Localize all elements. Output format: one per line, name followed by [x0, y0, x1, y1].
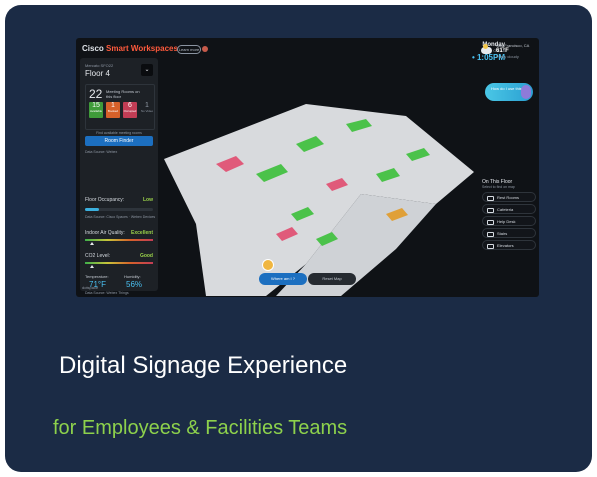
cafeteria-button[interactable]: Cafeteria — [482, 204, 536, 214]
air-quality-value: Excellent — [131, 230, 153, 236]
learn-more-button[interactable]: Learn more — [177, 45, 201, 54]
tile-value: 15 — [92, 102, 100, 109]
help-assistant-label: How do I use this? — [491, 86, 524, 91]
tile-label: No Video — [140, 109, 154, 113]
location-label: Mercato SFO22 — [85, 63, 114, 68]
weather-condition: Partly cloudy — [496, 54, 519, 59]
available-rooms-tile[interactable]: 15 Available — [89, 102, 103, 118]
room-finder-button[interactable]: Room Finder — [85, 136, 153, 146]
temperature-label: Temperature: — [85, 274, 109, 279]
vendor-logo: dotspace — [82, 285, 99, 290]
room-data-source: Data Source: Webex — [85, 150, 118, 154]
environment-data-source: Data Source: Webex Things — [85, 291, 129, 295]
rest-rooms-button[interactable]: Rest Rooms — [482, 192, 536, 202]
top-bar: Cisco Smart Workspaces Learn more Monday… — [76, 38, 539, 62]
co2-label: CO2 Level: — [85, 253, 111, 259]
elevators-button[interactable]: Elevators — [482, 240, 536, 250]
profile-icon — [202, 46, 208, 52]
help-desk-button[interactable]: Help Desk — [482, 216, 536, 226]
tile-label: Available — [89, 109, 103, 113]
where-am-i-button[interactable]: Where am I ? — [259, 273, 307, 285]
brand-name: Smart Workspaces — [106, 44, 178, 53]
floor-plan-map[interactable] — [156, 64, 476, 296]
tile-label: Occupied — [123, 109, 137, 113]
tile-value: 1 — [111, 102, 115, 109]
co2-scale — [85, 262, 153, 264]
card-subtitle: for Employees & Facilities Teams — [53, 417, 348, 439]
occupancy-value: Low — [143, 197, 153, 203]
occupancy-label: Floor Occupancy: — [85, 197, 125, 203]
co2-value: Good — [139, 253, 153, 259]
room-finder-hint: Find available meeting rooms — [96, 131, 142, 135]
tile-label: Booked — [107, 109, 119, 113]
air-quality-label: Indoor Air Quality: — [85, 230, 125, 236]
booked-rooms-tile[interactable]: 1 Booked — [106, 102, 120, 118]
tile-value: 6 — [128, 102, 132, 109]
humidity-label: Humidity: — [124, 274, 141, 279]
help-assistant-button[interactable]: How do I use this? — [485, 83, 533, 101]
tile-value: 1 — [145, 102, 149, 109]
occupancy-data-source: Data Source: Cisco Spaces · Webex Device… — [85, 215, 156, 219]
reset-map-button[interactable]: Reset Map — [308, 273, 356, 285]
floor-label: Floor 4 — [85, 69, 110, 78]
partly-cloudy-icon — [481, 44, 492, 54]
weather-widget: San Francisco, CA 61°F Partly cloudy — [496, 43, 538, 59]
meeting-rooms-card: 22 Meeting Rooms on this floor 15 Availab… — [85, 84, 155, 130]
air-quality-scale — [85, 239, 153, 241]
co2-marker — [90, 265, 94, 268]
occupancy-bar — [85, 208, 153, 211]
stairs-button[interactable]: Stairs — [482, 228, 536, 238]
occupancy-fill — [85, 208, 99, 211]
air-quality-marker — [90, 242, 94, 245]
floor-select-button[interactable]: ⌄ — [141, 64, 153, 76]
no-video-rooms-tile[interactable]: 1 No Video — [140, 102, 154, 118]
brand-prefix: Cisco — [82, 44, 104, 53]
signage-card: Cisco Smart Workspaces Learn more Monday… — [5, 5, 592, 472]
card-title: Digital Signage Experience — [59, 352, 348, 379]
assistant-avatar — [521, 85, 531, 99]
info-panel: Mercato SFO22 Floor 4 ⌄ 22 Meeting Rooms… — [80, 58, 158, 295]
you-are-here-icon — [262, 259, 274, 271]
rooms-count: 22 — [89, 87, 103, 101]
brand-logo: Cisco Smart Workspaces — [82, 44, 178, 53]
on-this-floor-panel: On This Floor Select to find on map Rest… — [482, 179, 536, 250]
rooms-label: Meeting Rooms on this floor — [106, 89, 140, 99]
legend-subtitle: Select to find on map — [482, 185, 515, 189]
humidity-value: 56% — [126, 280, 143, 289]
occupied-rooms-tile[interactable]: 6 Occupied — [123, 102, 137, 118]
signage-screenshot: Cisco Smart Workspaces Learn more Monday… — [76, 38, 539, 297]
